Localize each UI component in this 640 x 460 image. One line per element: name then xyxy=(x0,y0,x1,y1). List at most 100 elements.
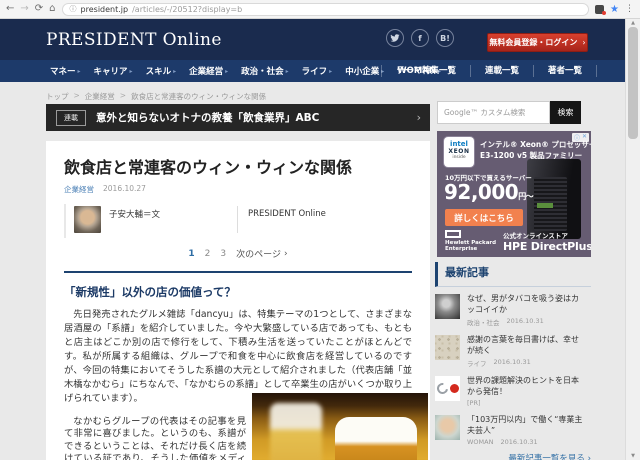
server-tower-image xyxy=(527,159,581,239)
ad-price: 92,000円〜 xyxy=(444,180,533,204)
breadcrumb-separator: > xyxy=(120,91,126,102)
hatena-button[interactable]: B! xyxy=(436,29,454,47)
latest-article-item[interactable]: 「103万円以内」で働く“専業主夫芸人” WOMAN 2016.10.31 xyxy=(435,408,591,447)
latest-item-title: 世界の課題解決のヒントを日本から発信！ xyxy=(467,376,585,397)
scrollbar-thumb[interactable] xyxy=(628,27,638,139)
nav-item-life[interactable]: ライフ▸ xyxy=(302,65,333,77)
site-header: PRESIDENT Online f B! 無料会員登録・ログイン › xyxy=(0,19,625,60)
twitter-button[interactable] xyxy=(386,29,404,47)
latest-article-item[interactable]: 世界の課題解決のヒントを日本から発信！ [PR] xyxy=(435,369,591,408)
nav-item-money[interactable]: マネー▸ xyxy=(50,65,81,77)
nav-item-management[interactable]: 企業経営▸ xyxy=(189,65,228,77)
nav-index-links: テーマ特集一覧 連載一覧 著者一覧 xyxy=(381,65,597,77)
toolbar-actions: ★ ⋮ xyxy=(595,4,634,15)
latest-articles-heading: 最新記事 xyxy=(435,262,591,287)
home-icon[interactable]: ⌂ xyxy=(49,4,55,14)
article-card: 飲食店と常連客のウィン・ウィンな関係 企業経営 2016.10.27 子安大輔＝… xyxy=(46,141,430,460)
article-paragraph: なかむらグループの代表はその記事を見て非常に喜びました。というのも、系譜ができる… xyxy=(64,416,246,460)
login-button[interactable]: 無料会員登録・ログイン › xyxy=(487,33,588,52)
hatena-icon: B! xyxy=(440,34,450,43)
section-divider xyxy=(64,271,412,273)
page-number-2[interactable]: 2 xyxy=(205,249,211,259)
author-row: 子安大輔＝文 PRESIDENT Online xyxy=(64,204,412,238)
page-info-icon[interactable]: ⓘ xyxy=(70,4,77,14)
forward-icon[interactable]: → xyxy=(20,4,28,14)
author-avatar xyxy=(74,206,101,233)
ad-store: 公式オンラインストア HPE DirectPlus xyxy=(503,230,591,253)
series-title: 意外と知らないオトナの教養「飲食業界」ABC xyxy=(96,110,319,125)
nav-item-sme[interactable]: 中小企業▸ xyxy=(345,65,384,77)
section-heading: 「新規性」以外の店の価値って？ xyxy=(64,284,412,300)
breadcrumb-home[interactable]: トップ xyxy=(46,91,69,102)
breadcrumb-current: 飲食店と常連客のウィン・ウィンな関係 xyxy=(131,91,266,102)
article-source: PRESIDENT Online xyxy=(248,209,326,219)
article-meta: 企業経営 2016.10.27 xyxy=(64,184,412,195)
breadcrumb-category[interactable]: 企業経営 xyxy=(85,91,115,102)
article-category-link[interactable]: 企業経営 xyxy=(64,184,94,195)
back-icon[interactable]: ← xyxy=(6,4,14,14)
logo-red-circle xyxy=(450,384,459,393)
browser-toolbar: ← → ⟳ ⌂ ⓘ president.jp/articles/-/20512?… xyxy=(0,0,640,19)
latest-articles: 最新記事 なぜ、男がタバコを吸う姿はカッコイイか 政治・社会 2016.10.3… xyxy=(435,262,591,460)
chevron-icon: ▸ xyxy=(78,68,81,75)
latest-item-title: 「103万円以内」で働く“専業主夫芸人” xyxy=(467,415,585,436)
article-date: 2016.10.27 xyxy=(103,184,146,195)
nav-item-politics[interactable]: 政治・社会▸ xyxy=(241,65,289,77)
scroll-down-icon[interactable]: ▼ xyxy=(626,453,640,459)
chevron-right-icon: › xyxy=(582,38,585,47)
chevron-right-icon: › xyxy=(284,249,288,259)
article-image-beer xyxy=(252,393,428,460)
latest-item-title: 感謝の言葉を毎日書けば、幸せが続く xyxy=(467,335,585,356)
page-number-1[interactable]: 1 xyxy=(188,249,194,259)
search-input[interactable] xyxy=(437,101,550,124)
latest-article-item[interactable]: 感謝の言葉を毎日書けば、幸せが続く ライフ 2016.10.31 xyxy=(435,328,591,369)
chevron-icon: ▸ xyxy=(329,68,332,75)
address-bar[interactable]: ⓘ president.jp/articles/-/20512?display=… xyxy=(62,3,590,16)
main-navigation: マネー▸ キャリア▸ スキル▸ 企業経営▸ 政治・社会▸ ライフ▸ 中小企業▸ … xyxy=(0,60,625,82)
series-badge: 連載 xyxy=(56,110,86,126)
next-page-link[interactable]: 次のページ › xyxy=(236,247,287,260)
hpe-logo-mark xyxy=(445,230,461,238)
article-thumbnail xyxy=(435,415,460,440)
chevron-icon: ▸ xyxy=(173,68,176,75)
search-button[interactable]: 検索 xyxy=(550,101,581,124)
latest-item-meta: WOMAN 2016.10.31 xyxy=(467,438,585,446)
nav-link-theme-list[interactable]: テーマ特集一覧 xyxy=(381,65,470,77)
latest-article-item[interactable]: なぜ、男がタバコを吸う姿はカッコイイか 政治・社会 2016.10.31 xyxy=(435,287,591,328)
author-name: 子安大輔＝文 xyxy=(109,208,160,236)
latest-item-title: なぜ、男がタバコを吸う姿はカッコイイか xyxy=(467,294,585,315)
nav-item-skill[interactable]: スキル▸ xyxy=(146,65,177,77)
article-thumbnail xyxy=(435,376,460,401)
bookmark-star-icon[interactable]: ★ xyxy=(610,4,619,15)
article-thumbnail xyxy=(435,335,460,360)
browser-menu-icon[interactable]: ⋮ xyxy=(625,4,634,14)
article-thumbnail xyxy=(435,294,460,319)
chevron-right-icon: › xyxy=(588,454,591,460)
reload-icon[interactable]: ⟳ xyxy=(35,4,43,14)
login-label: 無料会員登録・ログイン xyxy=(489,37,577,48)
scroll-up-icon[interactable]: ▲ xyxy=(626,20,640,26)
facebook-button[interactable]: f xyxy=(411,29,429,47)
chevron-icon: ▸ xyxy=(130,68,133,75)
nav-link-series-list[interactable]: 連載一覧 xyxy=(470,65,533,77)
latest-item-meta: 政治・社会 2016.10.31 xyxy=(467,317,585,327)
ad-headline: インテル® Xeon® プロセッサー E3-1200 v5 製品ファミリー xyxy=(480,140,591,161)
page-number-3[interactable]: 3 xyxy=(220,249,226,259)
ad-cta-button[interactable]: 詳しくはこちら xyxy=(445,209,523,226)
site-logo[interactable]: PRESIDENT Online xyxy=(46,30,222,50)
url-host: president.jp xyxy=(81,5,129,14)
extension-icon[interactable] xyxy=(595,5,604,14)
latest-item-meta: [PR] xyxy=(467,399,585,407)
page-scrollbar[interactable]: ▲ ▼ xyxy=(625,19,640,460)
series-banner[interactable]: 連載 意外と知らないオトナの教養「飲食業界」ABC › xyxy=(46,104,430,131)
hpe-intel-ad[interactable]: ⓘ ✕ intel XEON inside インテル® Xeon® プロセッサー… xyxy=(437,131,591,257)
sidebar-search: 検索 xyxy=(437,101,581,124)
chevron-icon: ▸ xyxy=(225,68,228,75)
nav-link-author-list[interactable]: 著者一覧 xyxy=(533,65,597,77)
nav-item-career[interactable]: キャリア▸ xyxy=(94,65,133,77)
latest-item-meta: ライフ 2016.10.31 xyxy=(467,358,585,368)
hpe-logo: Hewlett Packard Enterprise xyxy=(445,230,496,252)
pagination: 1 2 3 次のページ › xyxy=(64,247,412,260)
latest-more-link[interactable]: 最新記事一覧を見る › xyxy=(435,452,591,460)
logo-swirl xyxy=(435,381,450,396)
